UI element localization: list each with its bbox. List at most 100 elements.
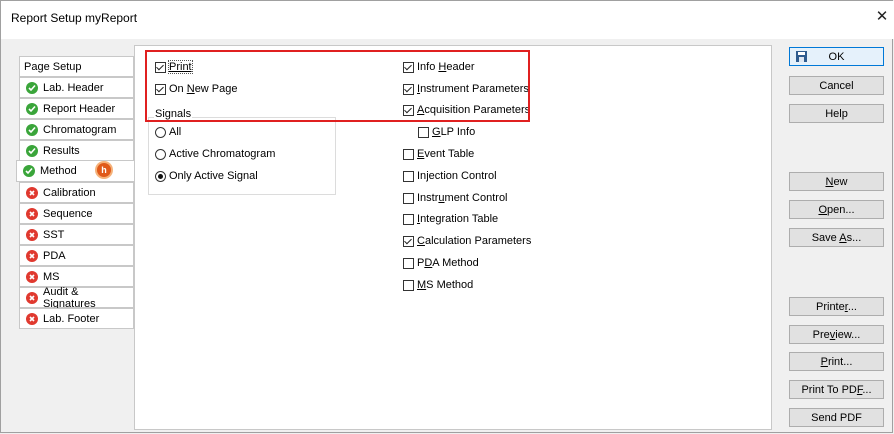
hint-badge: h [97,163,111,177]
tab-label: PDA [43,249,66,262]
tab-label: Report Header [43,102,116,115]
send-pdf-button[interactable]: Send PDF [789,408,884,427]
signals-all-radio[interactable]: All [155,126,181,138]
error-icon [26,249,38,262]
tab-page-setup[interactable]: Page Setup [19,56,134,77]
close-icon[interactable]: ✕ [874,8,890,26]
tab-sst[interactable]: SST [19,224,134,245]
tab-lab-header[interactable]: Lab. Header [19,77,134,98]
checkbox-label: GLP Info [432,126,476,138]
tab-label: Calibration [43,186,96,199]
event-table-checkbox[interactable]: Event Table [403,148,474,160]
tab-lab-footer[interactable]: Lab. Footer [19,308,134,329]
tab-label: Method [40,165,77,177]
checkbox-box[interactable] [155,61,166,73]
ms-method-checkbox[interactable]: MS Method [403,279,473,291]
info-header-checkbox[interactable]: Info Header [403,61,475,73]
print-label: Print... [820,355,853,368]
checkbox-box[interactable] [403,192,414,204]
checkbox-box[interactable] [403,104,414,116]
title-bar: Report Setup myReport ✕ [1,1,894,39]
tab-calibration[interactable]: Calibration [19,182,134,203]
checkbox-label: On New Page [169,83,238,95]
tab-method[interactable]: Method h [16,160,134,182]
radio-dot[interactable] [155,126,166,138]
signals-active-chromatogram-radio[interactable]: Active Chromatogram [155,148,275,160]
checkbox-label: Injection Control [417,170,497,182]
error-icon [26,291,38,304]
open-button[interactable]: Open... [789,200,884,219]
check-icon [26,81,38,94]
checkbox-label: Calculation Parameters [417,235,532,247]
checkbox-box[interactable] [155,83,166,95]
help-button[interactable]: Help [789,104,884,123]
checkbox-label: Info Header [417,61,475,73]
open-label: Open... [818,203,855,216]
ok-button[interactable]: OK [789,47,884,66]
tab-report-header[interactable]: Report Header [19,98,134,119]
print-checkbox[interactable]: Print [155,60,193,74]
error-icon [26,270,38,283]
tab-results[interactable]: Results [19,140,134,161]
checkbox-box[interactable] [403,257,414,269]
checkbox-box[interactable] [403,279,414,291]
error-icon [26,186,38,199]
preview-label: Preview... [812,328,861,341]
checkbox-label: Integration Table [417,213,499,225]
pda-method-checkbox[interactable]: PDA Method [403,257,479,269]
preview-button[interactable]: Preview... [789,325,884,344]
print-to-pdf-button[interactable]: Print To PDF... [789,380,884,399]
print-button[interactable]: Print... [789,352,884,371]
checkbox-box[interactable] [403,83,414,95]
ok-label: OK [828,50,845,63]
checkbox-box[interactable] [403,61,414,73]
radio-dot[interactable] [155,170,166,182]
cancel-button[interactable]: Cancel [789,76,884,95]
checkbox-box[interactable] [403,213,414,225]
tab-sequence[interactable]: Sequence [19,203,134,224]
checkbox-box[interactable] [403,235,414,247]
signals-only-active-signal-radio[interactable]: Only Active Signal [155,170,258,182]
tab-label: Results [43,144,80,157]
error-icon [26,228,38,241]
new-button[interactable]: New [789,172,884,191]
checkbox-label: Print [168,60,193,74]
tab-audit-signatures[interactable]: Audit & Signatures [19,285,134,310]
instrument-parameters-checkbox[interactable]: Instrument Parameters [403,83,529,95]
radio-label: All [169,126,182,138]
glp-info-checkbox[interactable]: GLP Info [418,126,475,138]
checkbox-label: Instrument Control [417,192,508,204]
tab-label: Audit & Signatures [43,285,96,310]
tab-label: Sequence [43,207,93,220]
error-icon [26,207,38,220]
cancel-label: Cancel [819,79,854,92]
injection-control-checkbox[interactable]: Injection Control [403,170,497,182]
window-title: Report Setup myReport [11,11,138,25]
checkbox-box[interactable] [418,126,429,138]
on-new-page-checkbox[interactable]: On New Page [155,83,238,95]
checkbox-box[interactable] [403,170,414,182]
check-icon [23,165,35,177]
checkbox-label: MS Method [417,279,474,291]
radio-dot[interactable] [155,148,166,160]
tab-ms[interactable]: MS [19,266,134,287]
tab-label: MS [43,270,60,283]
checkbox-label: Event Table [417,148,475,160]
instrument-control-checkbox[interactable]: Instrument Control [403,192,508,204]
calculation-parameters-checkbox[interactable]: Calculation Parameters [403,235,531,247]
printer-button[interactable]: Printer... [789,297,884,316]
print-to-pdf-label: Print To PDF... [801,383,872,396]
tab-pda[interactable]: PDA [19,245,134,266]
checkbox-label: PDA Method [417,257,479,269]
radio-label: Only Active Signal [169,170,258,182]
tab-label: Chromatogram [43,123,117,136]
tab-chromatogram[interactable]: Chromatogram [19,119,134,140]
tab-label: Lab. Footer [43,312,100,325]
acquisition-parameters-checkbox[interactable]: Acquisition Parameters [403,104,530,116]
radio-label: Active Chromatogram [169,148,276,160]
save-as-button[interactable]: Save As... [789,228,884,247]
integration-table-checkbox[interactable]: Integration Table [403,213,498,225]
checkbox-label: Instrument Parameters [417,83,529,95]
checkbox-box[interactable] [403,148,414,160]
check-icon [26,123,38,136]
